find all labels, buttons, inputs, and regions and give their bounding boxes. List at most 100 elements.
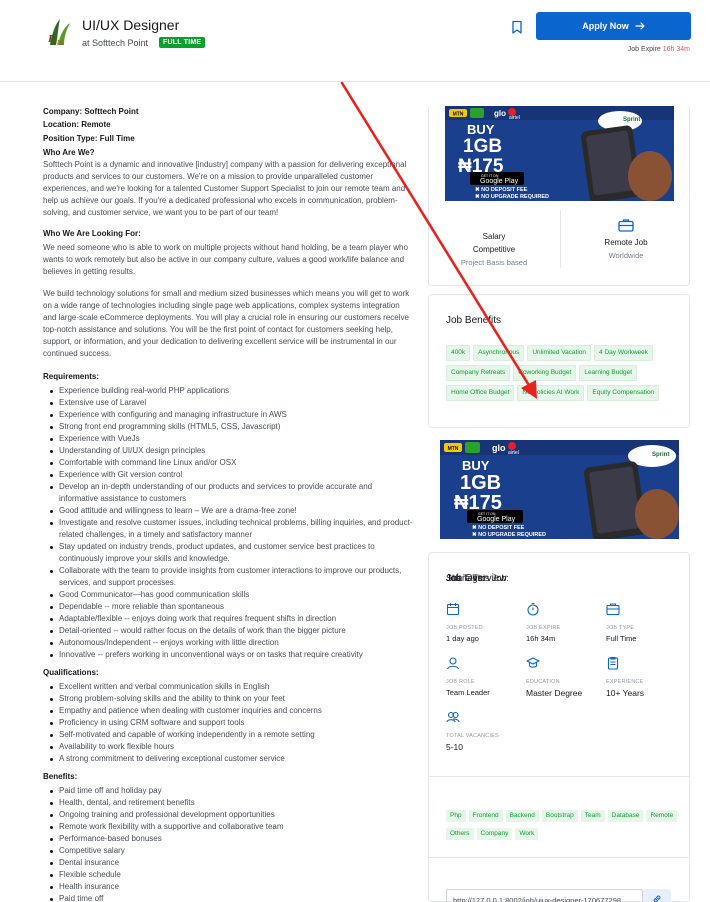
divider <box>429 776 689 777</box>
apply-now-button[interactable]: Apply Now <box>536 12 691 40</box>
build-text: We build technology solutions for small … <box>43 288 410 358</box>
overview-label: TOTAL VACANCIES <box>446 733 499 739</box>
ad-store: Google Play <box>480 178 519 185</box>
qualifications-list: Excellent written and verbal communicati… <box>43 681 413 765</box>
share-url-field[interactable]: http://127.0.0.1:8002/job/uiux-designer-… <box>446 889 643 902</box>
requirement-item: Stay updated on industry trends, product… <box>43 541 413 565</box>
job-title: UI/UX Designer <box>82 17 180 33</box>
requirement-item: Experience with VueJs <box>43 433 413 445</box>
qualification-item: Self-motivated and capable of working in… <box>43 729 413 741</box>
briefcase-icon <box>606 603 620 616</box>
qualifications-heading: Qualifications: <box>43 667 99 677</box>
remote-job-label: Remote Job <box>604 238 648 247</box>
job-type-badge: FULL TIME <box>159 37 206 48</box>
benefits-heading: Benefits: <box>43 771 78 781</box>
qualification-item: Excellent written and verbal communicati… <box>43 681 413 693</box>
share-title: Share This Job: <box>446 573 509 583</box>
job-overview-card: Job Overview JOB POSTED: 1 day ago JOB E… <box>428 552 690 902</box>
looking-text: We need someone who is able to work on m… <box>43 242 408 276</box>
benefit-chip: Home Office Budget <box>446 385 515 401</box>
overview-value: 16h 34m <box>526 634 556 643</box>
ad-banner-top[interactable]: MTN glo airtel BUY 1GB ₦175 GET IT ON Go… <box>445 106 674 201</box>
job-tag[interactable]: Database <box>607 810 644 822</box>
job-tag[interactable]: Bootstrap <box>541 810 578 822</box>
ad-data: 1GB <box>463 136 502 157</box>
overview-job-expire: JOB EXPIRE 16h 34m <box>526 602 606 643</box>
overview-value: 5-10 <box>446 742 464 752</box>
ad-buy: BUY <box>467 122 495 137</box>
salary-sub: Project Basis based <box>460 258 528 267</box>
bookmark-icon[interactable] <box>509 19 525 35</box>
benefit-chip: No Policies At Work <box>517 385 585 401</box>
requirement-item: Adaptable/flexible -- enjoys doing work … <box>43 613 413 625</box>
requirement-item: Autonomous/Independent -- enjoys working… <box>43 637 413 649</box>
job-tag[interactable]: Work <box>515 828 539 840</box>
overview-education: EDUCATION Master Degree <box>526 656 606 698</box>
ad-sprint: Sprint <box>623 117 640 123</box>
divider <box>429 857 689 858</box>
benefit-item: Flexible schedule <box>43 869 413 881</box>
users-icon <box>446 711 460 723</box>
company-meta: Company: Softtech Point <box>43 107 139 116</box>
benefit-chip: Equity Compensation <box>587 385 660 401</box>
job-tag[interactable]: Php <box>446 810 466 822</box>
requirement-item: Good attitude and willingness to learn –… <box>43 505 413 517</box>
overview-label: EXPERIENCE <box>606 679 644 685</box>
benefit-chip: Learning Budget <box>579 365 638 381</box>
requirement-item: Understanding of UI/UX design principles <box>43 445 413 457</box>
ad2-brand-airtel: airtel <box>508 450 519 456</box>
overview-label: JOB TYPE <box>606 625 635 631</box>
ad-banner-middle[interactable]: MTN glo airtel BUY 1GB ₦175 GET IT ON Go… <box>440 440 679 539</box>
requirement-item: Good Communicator—has good communication… <box>43 589 413 601</box>
job-tag[interactable]: Others <box>446 828 474 840</box>
qualification-item: Strong problem-solving skills and the ab… <box>43 693 413 705</box>
benefit-chips: 400k Asynchronous Unlimited Vacation 4 Day … <box>446 345 681 401</box>
calendar-icon <box>446 603 460 616</box>
job-tag[interactable]: Team <box>580 810 605 822</box>
overview-label: EDUCATION <box>526 679 560 685</box>
ad2-store: Google Play <box>477 516 516 523</box>
benefit-chip: Coworking Budget <box>513 365 577 381</box>
job-location-info: Remote Job Worldwide <box>561 218 691 260</box>
qualification-item: A strong commitment to delivering except… <box>43 753 413 765</box>
benefit-chip: Asynchronous <box>473 345 525 361</box>
requirement-item: Collaborate with the team to provide ins… <box>43 565 413 589</box>
benefit-item: Dental insurance <box>43 857 413 869</box>
copy-link-button[interactable] <box>643 889 671 902</box>
ad2-data: 1GB <box>460 472 501 494</box>
company-logo: P ts <box>44 15 76 49</box>
ad-brand-airtel: airtel <box>509 115 520 121</box>
benefit-item: Ongoing training and professional develo… <box>43 809 413 821</box>
briefcase-icon <box>618 219 634 232</box>
remote-job-sub: Worldwide <box>608 251 644 260</box>
who-heading: Who Are We? <box>43 147 95 157</box>
job-tag[interactable]: Company <box>476 828 513 840</box>
salary-info: Salary Competitive Project Basis based <box>429 214 559 267</box>
arrow-right-icon <box>635 22 645 30</box>
benefit-chip: 4 Day Workweek <box>594 345 654 361</box>
position-meta: Position Type: Full Time <box>43 133 135 143</box>
ad-artwork: MTN glo airtel BUY 1GB ₦175 GET IT ON Go… <box>445 106 674 201</box>
overview-value: Master Degree <box>526 688 583 698</box>
ad2-line2: ✖ NO UPGRADE REQUIRED <box>472 531 546 538</box>
benefit-item: Paid time off and holiday pay <box>43 785 413 797</box>
benefit-item: Competitive salary <box>43 845 413 857</box>
ad-brand-mtn: MTN <box>453 112 464 118</box>
job-tag[interactable]: Remote <box>646 810 678 822</box>
ad-artwork-2: MTN glo airtel BUY 1GB ₦175 GET IT ON Go… <box>440 440 679 539</box>
svg-text:P: P <box>48 33 55 45</box>
requirement-item: Detail-oriented -- would rather focus on… <box>43 625 413 637</box>
job-expire-note: Job Expire 16h 34m <box>628 46 690 53</box>
company-name[interactable]: at Softtech Point <box>82 38 148 48</box>
requirement-item: Experience with configuring and managing… <box>43 409 413 421</box>
looking-heading: Who We Are Looking For: <box>43 228 141 238</box>
job-benefits-title: Job Benefits <box>446 315 502 326</box>
ad-brand-glo: glo <box>494 109 506 118</box>
job-tag[interactable]: Backend <box>505 810 539 822</box>
job-tag[interactable]: Frontend <box>468 810 503 822</box>
requirements-heading: Requirements: <box>43 371 100 381</box>
requirement-item: Strong front end programming skills (HTM… <box>43 421 413 433</box>
job-header: P ts UI/UX Designer at Softtech Point FU… <box>0 0 710 82</box>
ad2-line1: ✖ NO DEPOSIT FEE <box>472 524 525 531</box>
overview-job-role: JOB ROLE Team Leader <box>446 656 526 697</box>
